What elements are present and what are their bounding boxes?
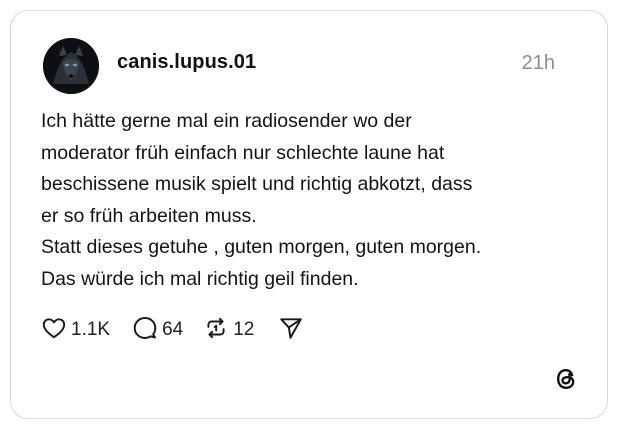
reply-button[interactable]: 64 bbox=[132, 315, 183, 346]
reply-count: 64 bbox=[162, 319, 184, 340]
post-text-line: Das würde ich mal richtig geil finden. bbox=[41, 267, 359, 290]
post-card: canis.lupus.01 21h Ich hätte gerne mal e… bbox=[10, 10, 608, 419]
post-text-line: er so früh arbeiten muss. bbox=[41, 204, 257, 227]
post-actions: 1.1K 64 12 bbox=[41, 315, 304, 345]
repost-icon bbox=[203, 315, 229, 346]
like-count: 1.1K bbox=[71, 319, 111, 340]
post-timestamp: 21h bbox=[521, 52, 555, 74]
threads-logo-icon bbox=[553, 366, 579, 392]
send-icon bbox=[278, 315, 304, 346]
repost-button[interactable]: 12 bbox=[203, 315, 254, 346]
post-text-line: moderator früh einfach nur schlechte lau… bbox=[41, 141, 445, 164]
post-text: Ich hätte gerne mal ein radiosender wo d… bbox=[41, 106, 581, 295]
post-text-line: beschissene musik spielt und richtig abk… bbox=[41, 173, 473, 195]
heart-icon bbox=[41, 315, 67, 346]
like-button[interactable]: 1.1K bbox=[41, 315, 110, 346]
wolf-avatar-image bbox=[43, 38, 99, 94]
share-button[interactable] bbox=[278, 315, 304, 346]
avatar[interactable] bbox=[43, 38, 99, 94]
post-text-line: Statt dieses getuhe , guten morgen, gute… bbox=[41, 236, 482, 258]
comment-bubble-icon bbox=[132, 315, 158, 346]
post-text-line: Ich hätte gerne mal ein radiosender wo d… bbox=[41, 110, 412, 132]
repost-count: 12 bbox=[233, 319, 255, 340]
username[interactable]: canis.lupus.01 bbox=[117, 51, 256, 74]
